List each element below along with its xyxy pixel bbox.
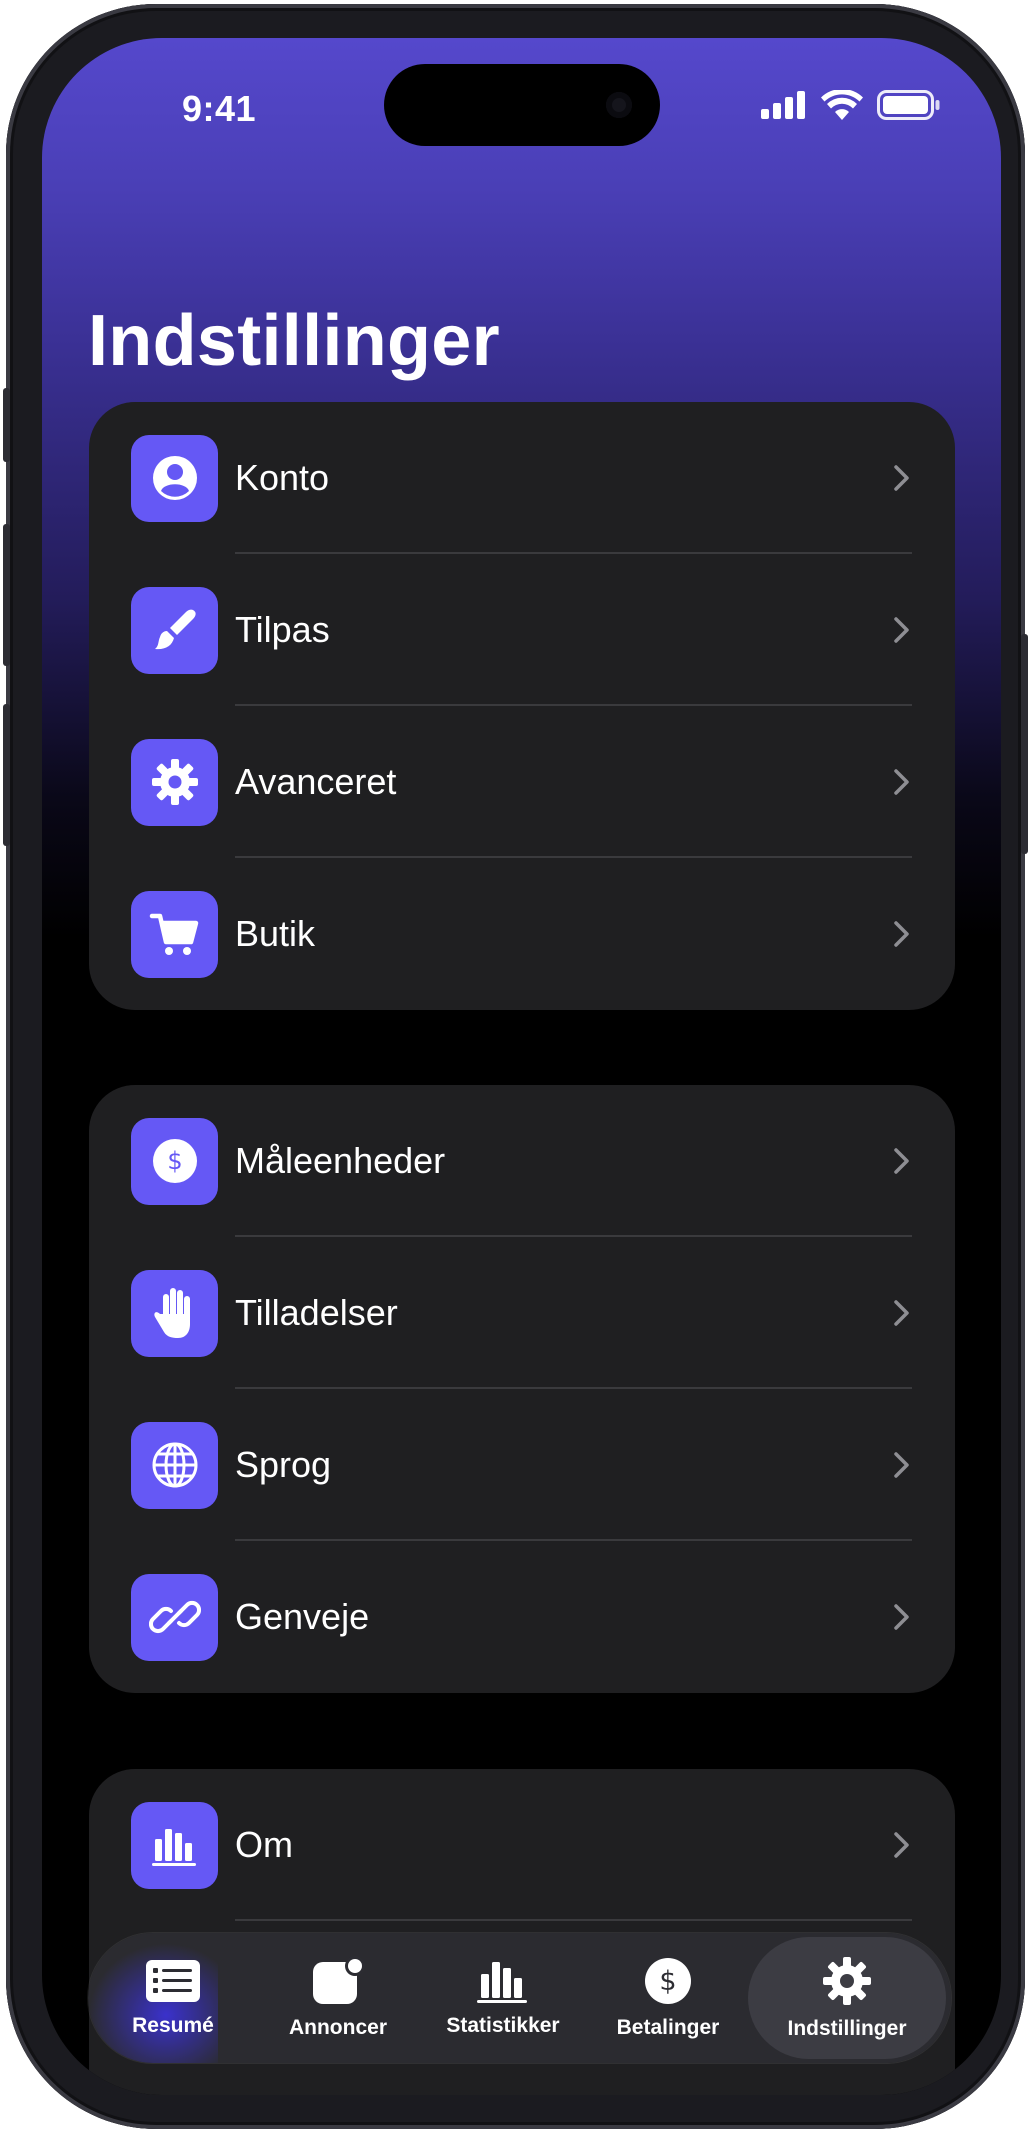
link-icon	[131, 1573, 218, 1661]
chevron-right-icon	[894, 769, 909, 795]
row-sprog[interactable]: Sprog	[89, 1389, 955, 1541]
status-time: 9:41	[182, 88, 257, 129]
row-label: Sprog	[235, 1444, 332, 1485]
row-genveje[interactable]: Genveje	[89, 1541, 955, 1693]
tab-label: Betalinger	[616, 2016, 720, 2039]
tab-label: Resumé	[132, 2014, 214, 2037]
tab-bar: Resumé Annoncer Statistikker $ Betalinge…	[88, 1933, 951, 2063]
row-tilladelser[interactable]: Tilladelser	[89, 1237, 955, 1389]
svg-text:$: $	[659, 1966, 676, 1997]
wifi-icon	[821, 90, 863, 120]
separator	[235, 1919, 912, 1921]
row-label: Tilpas	[235, 609, 330, 650]
volume-down-button	[3, 704, 10, 846]
tab-label: Indstillinger	[787, 2017, 907, 2040]
bar-chart-icon	[131, 1801, 218, 1889]
page-title: Indstillinger	[88, 301, 500, 381]
dynamic-island	[384, 64, 660, 146]
dollar-circle-icon: $	[645, 1958, 691, 2004]
power-button	[1021, 634, 1028, 854]
row-label: Om	[235, 1824, 293, 1865]
action-button	[3, 388, 10, 462]
battery-icon	[877, 90, 940, 120]
svg-text:$: $	[167, 1147, 182, 1175]
row-label: Genveje	[235, 1596, 370, 1637]
volume-up-button	[3, 524, 10, 666]
cart-icon	[131, 890, 218, 978]
tab-label: Statistikker	[446, 2014, 560, 2037]
tab-betalinger[interactable]: $ Betalinger	[583, 1933, 753, 2063]
chevron-right-icon	[894, 1604, 909, 1630]
tab-label: Annoncer	[288, 2016, 387, 2039]
row-butik[interactable]: Butik	[89, 858, 955, 1010]
gear-icon	[131, 738, 218, 826]
row-konto[interactable]: Konto	[89, 402, 955, 554]
settings-group-2: $ Måleenheder Tilladelser Sprog Genveje	[89, 1085, 955, 1693]
hand-icon	[131, 1269, 218, 1357]
row-tilpas[interactable]: Tilpas	[89, 554, 955, 706]
camera-icon	[606, 92, 632, 118]
chevron-right-icon	[894, 1452, 909, 1478]
tab-statistikker[interactable]: Statistikker	[418, 1933, 588, 2063]
row-label: Avanceret	[235, 761, 397, 802]
status-icons	[761, 90, 941, 120]
tab-annoncer[interactable]: Annoncer	[253, 1933, 423, 2063]
chevron-right-icon	[894, 921, 909, 947]
chevron-right-icon	[894, 1300, 909, 1326]
row-label: Tilladelser	[235, 1292, 398, 1333]
phone-frame: 9:41 Indstillinger Konto Tilpas Avancere…	[3, 4, 1028, 2129]
gear-icon	[823, 1957, 871, 2005]
list-icon	[146, 1960, 200, 2002]
cellular-signal-icon	[761, 91, 805, 119]
row-om[interactable]: Om	[89, 1769, 955, 1921]
chevron-right-icon	[894, 1832, 909, 1858]
row-label: Butik	[235, 913, 316, 954]
row-label: Måleenheder	[235, 1140, 446, 1181]
paintbrush-icon	[131, 586, 218, 674]
row-avanceret[interactable]: Avanceret	[89, 706, 955, 858]
bar-chart-icon	[477, 1962, 527, 2003]
screen: 9:41 Indstillinger Konto Tilpas Avancere…	[42, 38, 1001, 2095]
globe-icon	[131, 1421, 218, 1509]
settings-group-1: Konto Tilpas Avanceret Butik	[89, 402, 955, 1010]
tab-indstillinger[interactable]: Indstillinger	[748, 1933, 946, 2063]
person-circle-icon	[131, 434, 218, 522]
dollar-circle-icon: $	[131, 1117, 218, 1205]
chevron-right-icon	[894, 1148, 909, 1174]
chevron-right-icon	[894, 465, 909, 491]
notification-badge-icon	[313, 1956, 365, 2004]
row-label: Konto	[235, 457, 330, 498]
chevron-right-icon	[894, 617, 909, 643]
tab-resume[interactable]: Resumé	[88, 1933, 258, 2063]
row-maaleenheder[interactable]: $ Måleenheder	[89, 1085, 955, 1237]
